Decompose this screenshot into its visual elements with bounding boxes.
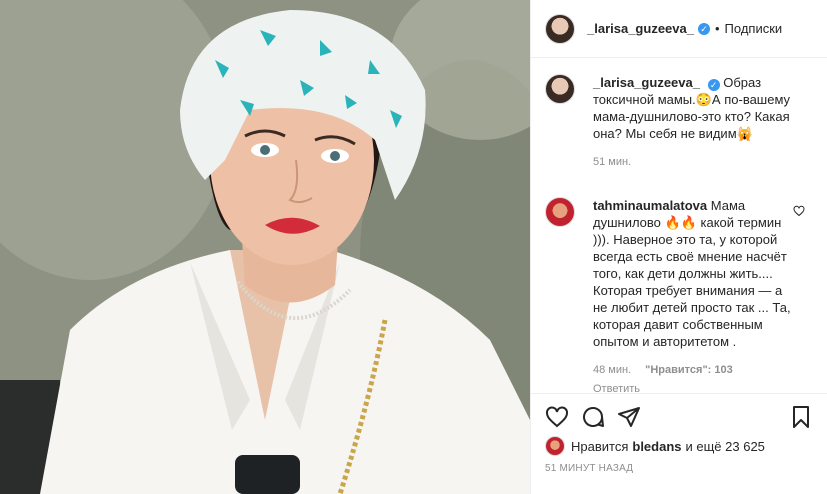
- comment-meta: 48 мин. "Нравится": 103: [593, 362, 798, 379]
- actions-divider: [531, 393, 827, 394]
- author-username[interactable]: _larisa_guzeeva_: [587, 21, 694, 36]
- post-sidebar: _larisa_guzeeva_ ✓ • Подписки _larisa_gu…: [530, 0, 827, 494]
- caption-username[interactable]: _larisa_guzeeva_: [593, 75, 700, 90]
- share-send-icon[interactable]: [617, 405, 641, 429]
- liker-username[interactable]: bledans: [632, 439, 681, 454]
- comments-section: _larisa_guzeeva_ ✓ Образ токсичной мамы.…: [531, 58, 827, 392]
- caption: _larisa_guzeeva_ ✓ Образ токсичной мамы.…: [545, 74, 813, 171]
- likes-prefix: Нравится: [571, 438, 629, 454]
- instagram-post: _larisa_guzeeva_ ✓ • Подписки _larisa_gu…: [0, 0, 827, 494]
- bookmark-save-icon[interactable]: [789, 405, 813, 429]
- likes-row: Нравится bledans и ещё 23 625: [545, 436, 765, 456]
- reply-button[interactable]: Ответить: [593, 381, 798, 392]
- caption-time[interactable]: 51 мин.: [593, 154, 631, 171]
- verified-badge-icon: ✓: [707, 79, 720, 91]
- caption-meta: 51 мин.: [593, 154, 798, 171]
- comment-bubble-icon[interactable]: [581, 405, 605, 429]
- comment-text: Мама душнилово 🔥🔥 какой термин ))). Наве…: [593, 198, 791, 349]
- like-heart-icon[interactable]: [545, 405, 569, 429]
- commenter-avatar[interactable]: [545, 197, 575, 227]
- comment-body: tahminaumalatova Мама душнилово 🔥🔥 какой…: [593, 197, 798, 392]
- header-separator: •: [714, 21, 720, 36]
- author-avatar[interactable]: [545, 13, 575, 44]
- comment-username[interactable]: tahminaumalatova: [593, 198, 707, 213]
- comment-likes[interactable]: "Нравится": 103: [645, 362, 733, 379]
- action-bar: [545, 403, 813, 431]
- comment: tahminaumalatova Мама душнилово 🔥🔥 какой…: [545, 197, 813, 392]
- liker-avatar[interactable]: [545, 436, 565, 456]
- post-header: _larisa_guzeeva_ ✓ • Подписки: [531, 0, 827, 58]
- likes-count[interactable]: и ещё 23 625: [686, 439, 765, 454]
- verified-badge-icon: ✓: [697, 22, 710, 35]
- comment-time[interactable]: 48 мин.: [593, 362, 631, 379]
- caption-author-avatar[interactable]: [545, 74, 575, 104]
- portrait-illustration: [0, 0, 530, 494]
- following-button[interactable]: Подписки: [725, 21, 783, 36]
- caption-body: _larisa_guzeeva_ ✓ Образ токсичной мамы.…: [593, 74, 798, 171]
- post-photo[interactable]: [0, 0, 530, 494]
- post-timestamp[interactable]: 51 МИНУТ НАЗАД: [545, 463, 633, 474]
- comment-like-heart-icon[interactable]: [793, 205, 805, 217]
